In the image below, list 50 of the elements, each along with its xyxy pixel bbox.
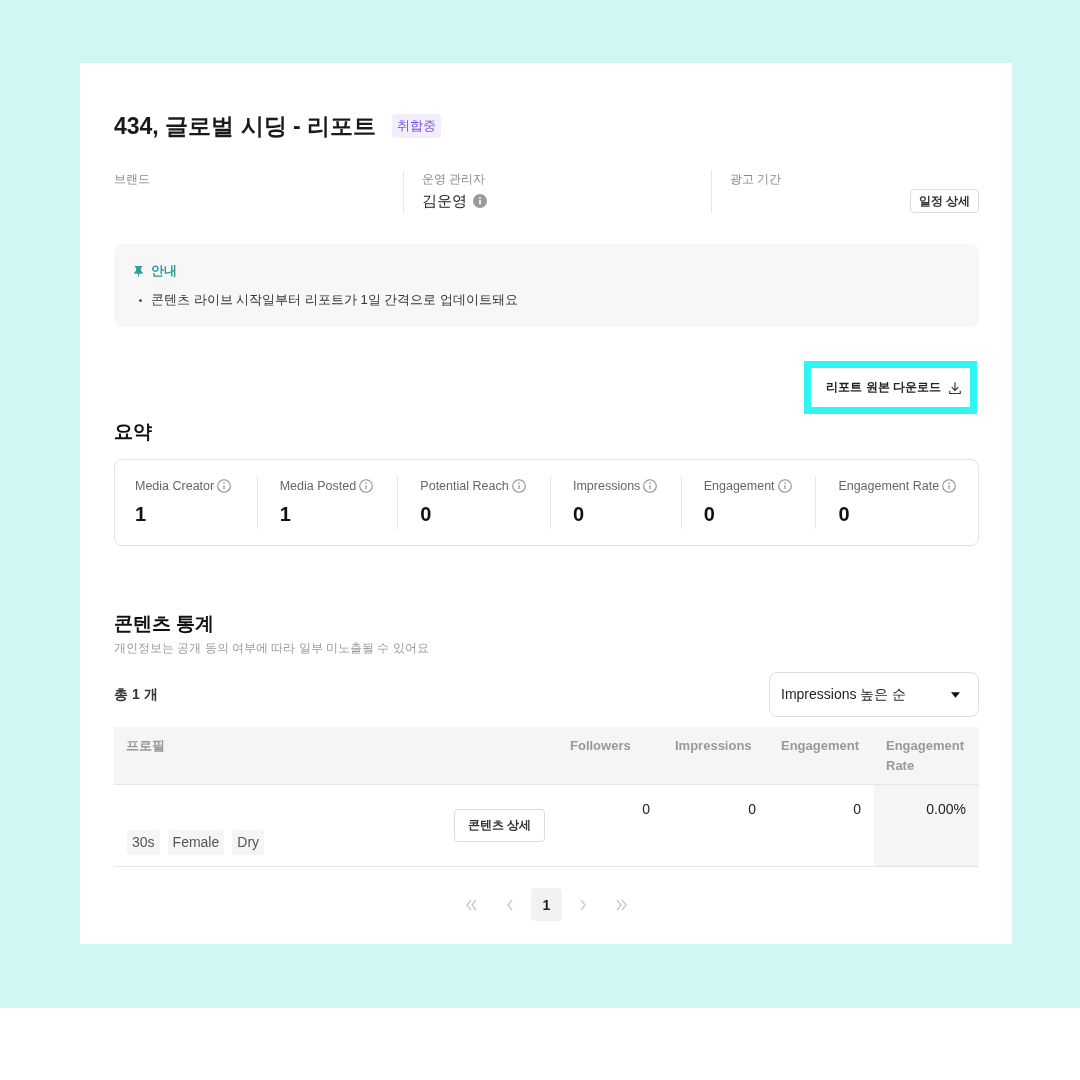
- field-label: 광고 기간: [730, 171, 782, 188]
- info-icon[interactable]: [643, 479, 658, 493]
- field-value: 김운영: [422, 191, 467, 211]
- section-heading: 콘텐츠 통계: [114, 612, 216, 636]
- metric-label: Engagement: [703, 478, 775, 495]
- info-icon[interactable]: [473, 194, 487, 208]
- metric-value: 0: [573, 502, 586, 527]
- metric-value: 0: [838, 502, 851, 527]
- profile-tag: Dry: [232, 830, 265, 855]
- table-cell: 0: [558, 785, 663, 867]
- notice-title: 안내: [151, 262, 177, 280]
- content-detail-button[interactable]: 콘텐츠 상세: [453, 809, 545, 842]
- profile-tag: 30s: [127, 830, 160, 855]
- info-icon[interactable]: [777, 479, 792, 493]
- column-header: Impressions: [663, 727, 769, 785]
- bullet-icon: [139, 298, 142, 302]
- download-icon: [948, 380, 962, 395]
- metric-value: 1: [279, 502, 292, 527]
- status-badge: 취합중: [392, 114, 441, 138]
- column-header: Followers: [558, 727, 663, 785]
- metric-label: Engagement Rate: [838, 478, 940, 495]
- info-icon[interactable]: [511, 479, 526, 493]
- field-label: 운영 관리자: [422, 171, 486, 188]
- metric-value: 0: [420, 502, 433, 527]
- profile-tag: Female: [167, 830, 225, 855]
- pin-icon: [133, 265, 144, 277]
- column-header: Engagement: [769, 727, 874, 785]
- section-subtitle: 개인정보는 공개 동의 여부에 따라 일부 미노출될 수 있어요: [114, 640, 430, 657]
- info-icon[interactable]: [942, 479, 957, 493]
- column-header: 프로필: [114, 727, 558, 785]
- report-title: 434, 글로벌 시딩 - 리포트: [114, 112, 376, 141]
- metric-label: Media Posted: [279, 478, 357, 495]
- column-header: Engagement Rate: [874, 727, 979, 785]
- metric-label: Potential Reach: [420, 478, 509, 495]
- info-icon[interactable]: [217, 479, 232, 493]
- metric-value: 1: [135, 502, 148, 527]
- schedule-detail-button[interactable]: 일정 상세: [909, 189, 979, 213]
- field-label: 브랜드: [114, 171, 150, 188]
- table-cell: 0: [663, 785, 769, 867]
- metric-label: Media Creator: [135, 478, 215, 495]
- metric-value: 0: [703, 502, 716, 527]
- section-heading: 요약: [114, 420, 153, 444]
- info-icon[interactable]: [359, 479, 374, 493]
- page-button[interactable]: 1: [531, 888, 562, 921]
- notice-text: 콘텐츠 라이브 시작일부터 리포트가 1일 간격으로 업데이트돼요: [151, 291, 518, 309]
- metric-label: Impressions: [573, 478, 641, 495]
- sort-dropdown[interactable]: Impressions 높은 순: [769, 672, 979, 717]
- table-cell: 0.00%: [874, 785, 979, 867]
- caret-down-icon: [951, 691, 960, 698]
- total-count: 총 1 개: [114, 685, 158, 704]
